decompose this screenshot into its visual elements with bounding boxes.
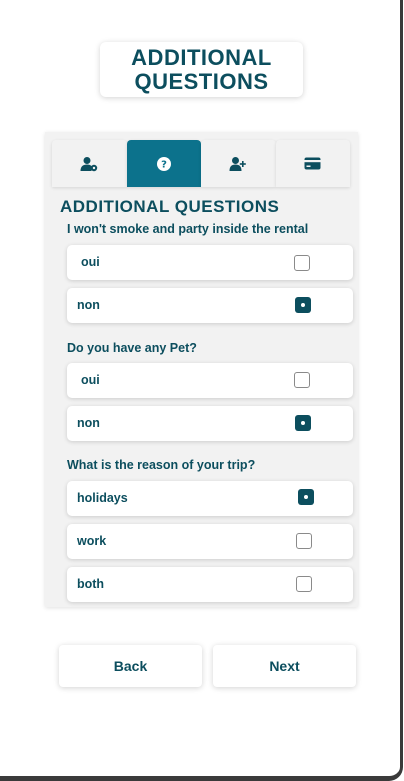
- back-button[interactable]: Back: [59, 645, 202, 687]
- checkbox-smoke-oui[interactable]: [294, 255, 310, 271]
- page-title: ADDITIONAL QUESTIONS: [100, 42, 303, 97]
- step-tabs: ?: [52, 140, 350, 187]
- checkbox-trip-both[interactable]: [296, 576, 312, 592]
- user-gear-icon: [80, 156, 98, 171]
- option-trip-holidays[interactable]: holidays: [67, 481, 353, 516]
- option-smoke-non[interactable]: non: [67, 288, 353, 323]
- question-trip-reason: What is the reason of your trip?: [67, 458, 256, 472]
- question-circle-icon: ?: [156, 156, 171, 171]
- tab-guest-settings[interactable]: [52, 140, 127, 187]
- option-label: both: [77, 577, 105, 591]
- option-label: oui: [81, 255, 100, 269]
- question-smoke-party: I won't smoke and party inside the renta…: [67, 222, 309, 236]
- tab-additional-questions[interactable]: ?: [126, 140, 201, 187]
- option-label: work: [77, 534, 107, 548]
- option-pet-non[interactable]: non: [67, 406, 353, 441]
- credit-card-icon: [304, 157, 321, 170]
- next-button[interactable]: Next: [213, 645, 356, 687]
- option-label: oui: [81, 373, 100, 387]
- checkbox-pet-oui[interactable]: [294, 372, 310, 388]
- checkbox-trip-holidays[interactable]: [298, 489, 314, 505]
- checkbox-trip-work[interactable]: [296, 533, 312, 549]
- option-label: non: [77, 298, 100, 312]
- tab-add-guest[interactable]: [201, 140, 276, 187]
- option-smoke-oui[interactable]: oui: [67, 245, 353, 280]
- svg-text:?: ?: [161, 159, 167, 170]
- checkbox-smoke-non[interactable]: [295, 297, 311, 313]
- option-pet-oui[interactable]: oui: [67, 363, 353, 398]
- question-pet: Do you have any Pet?: [67, 341, 197, 355]
- tab-payment[interactable]: [275, 140, 350, 187]
- checkbox-pet-non[interactable]: [295, 415, 311, 431]
- option-trip-work[interactable]: work: [67, 524, 353, 559]
- option-trip-both[interactable]: both: [67, 567, 353, 602]
- section-title: ADDITIONAL QUESTIONS: [60, 197, 280, 216]
- option-label: holidays: [77, 491, 128, 505]
- user-plus-icon: [229, 156, 247, 171]
- option-label: non: [77, 416, 100, 430]
